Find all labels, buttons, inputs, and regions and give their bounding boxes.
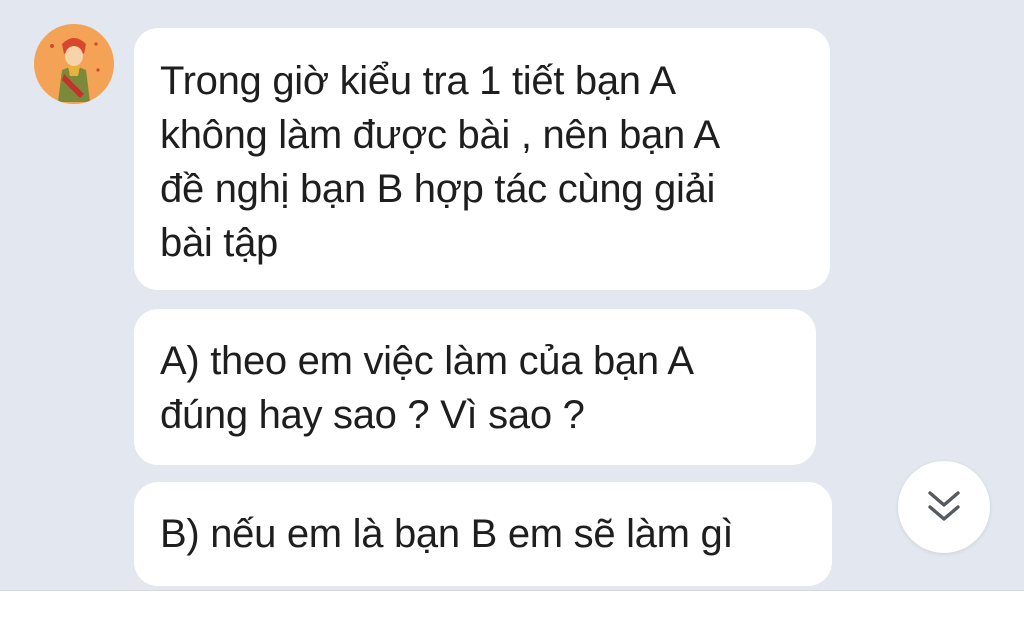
message-input-bar[interactable] [0,590,1024,622]
scroll-to-bottom-button[interactable] [898,461,990,553]
message-line: không làm được bài , nên bạn A [160,113,720,157]
message-bubble[interactable]: Trong giờ kiểu tra 1 tiết bạn A không là… [134,28,830,290]
message-line: A) theo em việc làm của bạn A [160,339,694,383]
message-line: bài tập [160,221,278,265]
double-chevron-down-icon [928,491,960,521]
message-line: B) nếu em là bạn B em sẽ làm gì [160,512,734,556]
message-line: đề nghị bạn B hợp tác cùng giải [160,167,716,211]
chat-screen: Trong giờ kiểu tra 1 tiết bạn A không là… [0,0,1024,622]
message-line: đúng hay sao ? Vì sao ? [160,393,585,437]
avatar-illustration-icon [34,24,114,104]
message-bubble[interactable]: A) theo em việc làm của bạn A đúng hay s… [134,309,816,465]
message-line: Trong giờ kiểu tra 1 tiết bạn A [160,59,676,103]
message-bubble[interactable]: B) nếu em là bạn B em sẽ làm gì [134,482,832,586]
avatar[interactable] [34,24,114,104]
